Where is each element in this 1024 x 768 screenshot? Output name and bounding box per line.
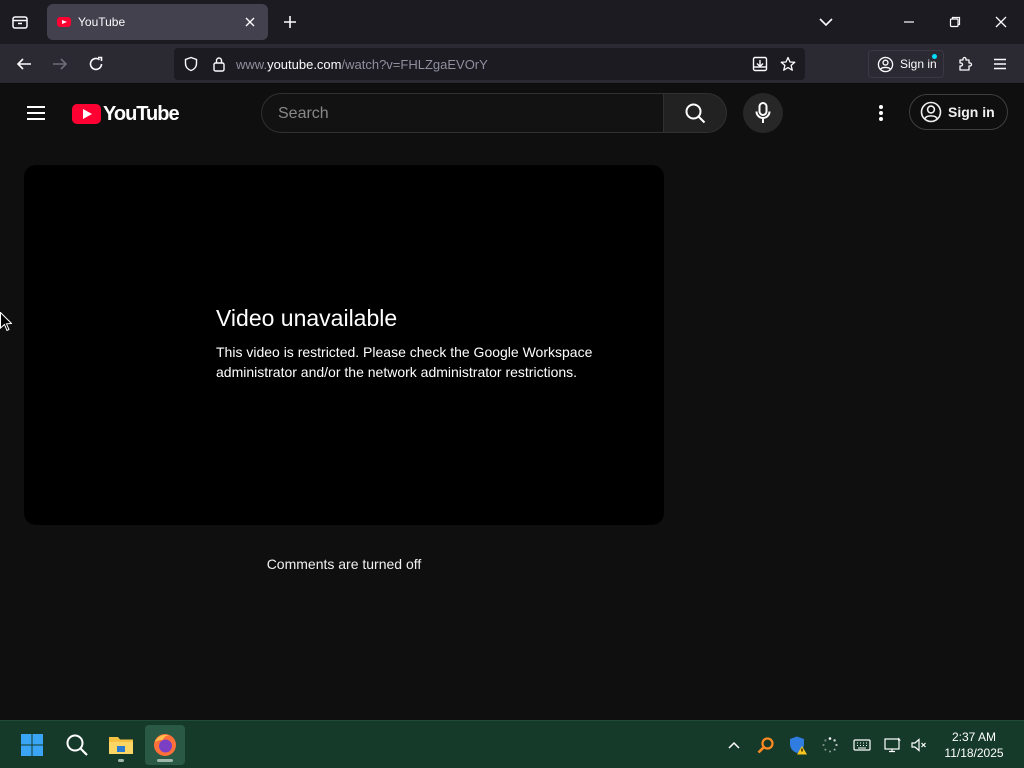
tracking-protection-shield-icon[interactable] xyxy=(181,54,201,74)
extensions-button[interactable] xyxy=(951,50,979,78)
restore-icon xyxy=(949,16,961,28)
minimize-icon xyxy=(904,21,914,23)
puzzle-icon xyxy=(959,56,973,71)
firefox-icon xyxy=(154,734,176,756)
browser-account-button[interactable]: Sign in xyxy=(868,50,944,78)
install-app-button[interactable] xyxy=(750,54,770,74)
chevron-down-icon xyxy=(819,18,833,27)
tab-title: YouTube xyxy=(78,15,126,29)
chevron-up-icon xyxy=(728,741,740,749)
search-placeholder: Search xyxy=(278,105,329,122)
mouse-cursor-icon xyxy=(0,312,12,332)
download-tray-icon xyxy=(752,56,768,72)
network-display-icon[interactable] xyxy=(883,735,903,755)
tab-youtube[interactable]: YouTube xyxy=(47,4,268,40)
restore-window-button[interactable] xyxy=(932,0,978,44)
youtube-signin-button[interactable]: Sign in xyxy=(909,94,1008,130)
guide-menu-button[interactable] xyxy=(20,97,52,129)
reload-icon xyxy=(89,56,103,71)
file-explorer-button[interactable] xyxy=(101,725,141,765)
app-menu-button[interactable] xyxy=(986,50,1014,78)
microphone-icon xyxy=(755,102,771,123)
url-path: /watch?v=FHLZgaEVOrY xyxy=(341,57,488,72)
youtube-logo-text: YouTube xyxy=(103,102,180,125)
youtube-favicon-icon xyxy=(57,17,71,27)
arrow-left-icon xyxy=(16,58,31,70)
lock-icon[interactable] xyxy=(209,54,229,74)
youtube-header: YouTube Search Sign in xyxy=(0,85,1024,141)
video-player[interactable]: Video unavailable This video is restrict… xyxy=(24,165,664,525)
error-message: This video is restricted. Please check t… xyxy=(216,344,593,380)
clock-time: 2:37 AM xyxy=(951,730,997,744)
clock-date: 11/18/2025 xyxy=(944,746,1004,760)
reload-button[interactable] xyxy=(82,50,110,78)
running-indicator xyxy=(118,759,124,762)
active-indicator xyxy=(157,759,173,762)
back-button[interactable] xyxy=(10,50,38,78)
start-button[interactable] xyxy=(12,725,52,765)
bookmark-star-button[interactable] xyxy=(778,54,798,74)
youtube-play-logo-icon xyxy=(72,104,101,124)
close-icon xyxy=(995,16,1007,28)
more-vertical-icon xyxy=(879,105,883,121)
sync-status-icon[interactable] xyxy=(820,735,840,755)
notification-dot xyxy=(932,54,937,59)
hamburger-icon xyxy=(27,106,45,120)
windows-logo-icon xyxy=(21,734,43,756)
show-hidden-icons-button[interactable] xyxy=(724,735,744,755)
youtube-logo[interactable]: YouTube xyxy=(72,102,180,125)
address-bar[interactable]: www.youtube.com/watch?v=FHLZgaEVOrY xyxy=(174,48,805,80)
taskbar-search-button[interactable] xyxy=(57,725,97,765)
forward-button[interactable] xyxy=(46,50,74,78)
browser-tab-bar: YouTube xyxy=(0,0,1024,44)
close-icon xyxy=(245,17,255,27)
browser-nav-bar: www.youtube.com/watch?v=FHLZgaEVOrY Sign… xyxy=(0,44,1024,84)
close-window-button[interactable] xyxy=(978,0,1024,44)
youtube-signin-label: Sign in xyxy=(948,104,995,120)
voice-search-button[interactable] xyxy=(743,93,783,133)
search-button[interactable] xyxy=(663,93,727,133)
tray-search-app-icon[interactable] xyxy=(756,735,776,755)
error-title: Video unavailable xyxy=(216,305,398,331)
tabs-dropdown-button[interactable] xyxy=(814,10,838,34)
comments-status: Comments are turned off xyxy=(266,556,422,572)
account-icon xyxy=(877,56,894,72)
firefox-taskbar-button[interactable] xyxy=(145,725,185,765)
keyboard-icon[interactable] xyxy=(852,735,872,755)
volume-muted-icon[interactable] xyxy=(909,735,929,755)
account-icon xyxy=(920,101,942,123)
arrow-right-icon xyxy=(53,58,68,70)
taskbar-clock[interactable]: 2:37 AM 11/18/2025 xyxy=(936,729,1012,761)
windows-taskbar: 2:37 AM 11/18/2025 xyxy=(0,720,1024,768)
search-icon xyxy=(66,734,88,756)
folder-icon xyxy=(109,737,133,754)
minimize-window-button[interactable] xyxy=(886,0,932,44)
security-warning-icon[interactable] xyxy=(788,735,808,755)
url-host: youtube.com xyxy=(267,57,342,72)
search-input[interactable]: Search xyxy=(261,93,664,133)
browser-signin-label: Sign in xyxy=(900,57,937,71)
new-tab-button[interactable] xyxy=(278,10,302,34)
settings-more-button[interactable] xyxy=(866,98,896,128)
star-icon xyxy=(780,56,796,71)
list-all-tabs-button[interactable] xyxy=(8,10,32,34)
tab-close-button[interactable] xyxy=(242,14,258,30)
url-text[interactable]: www.youtube.com/watch?v=FHLZgaEVOrY xyxy=(236,57,488,72)
plus-icon xyxy=(284,16,296,28)
hamburger-icon xyxy=(994,58,1006,70)
url-prefix: www. xyxy=(236,57,268,72)
search-icon xyxy=(685,103,706,124)
tabs-tray-icon xyxy=(12,16,28,29)
